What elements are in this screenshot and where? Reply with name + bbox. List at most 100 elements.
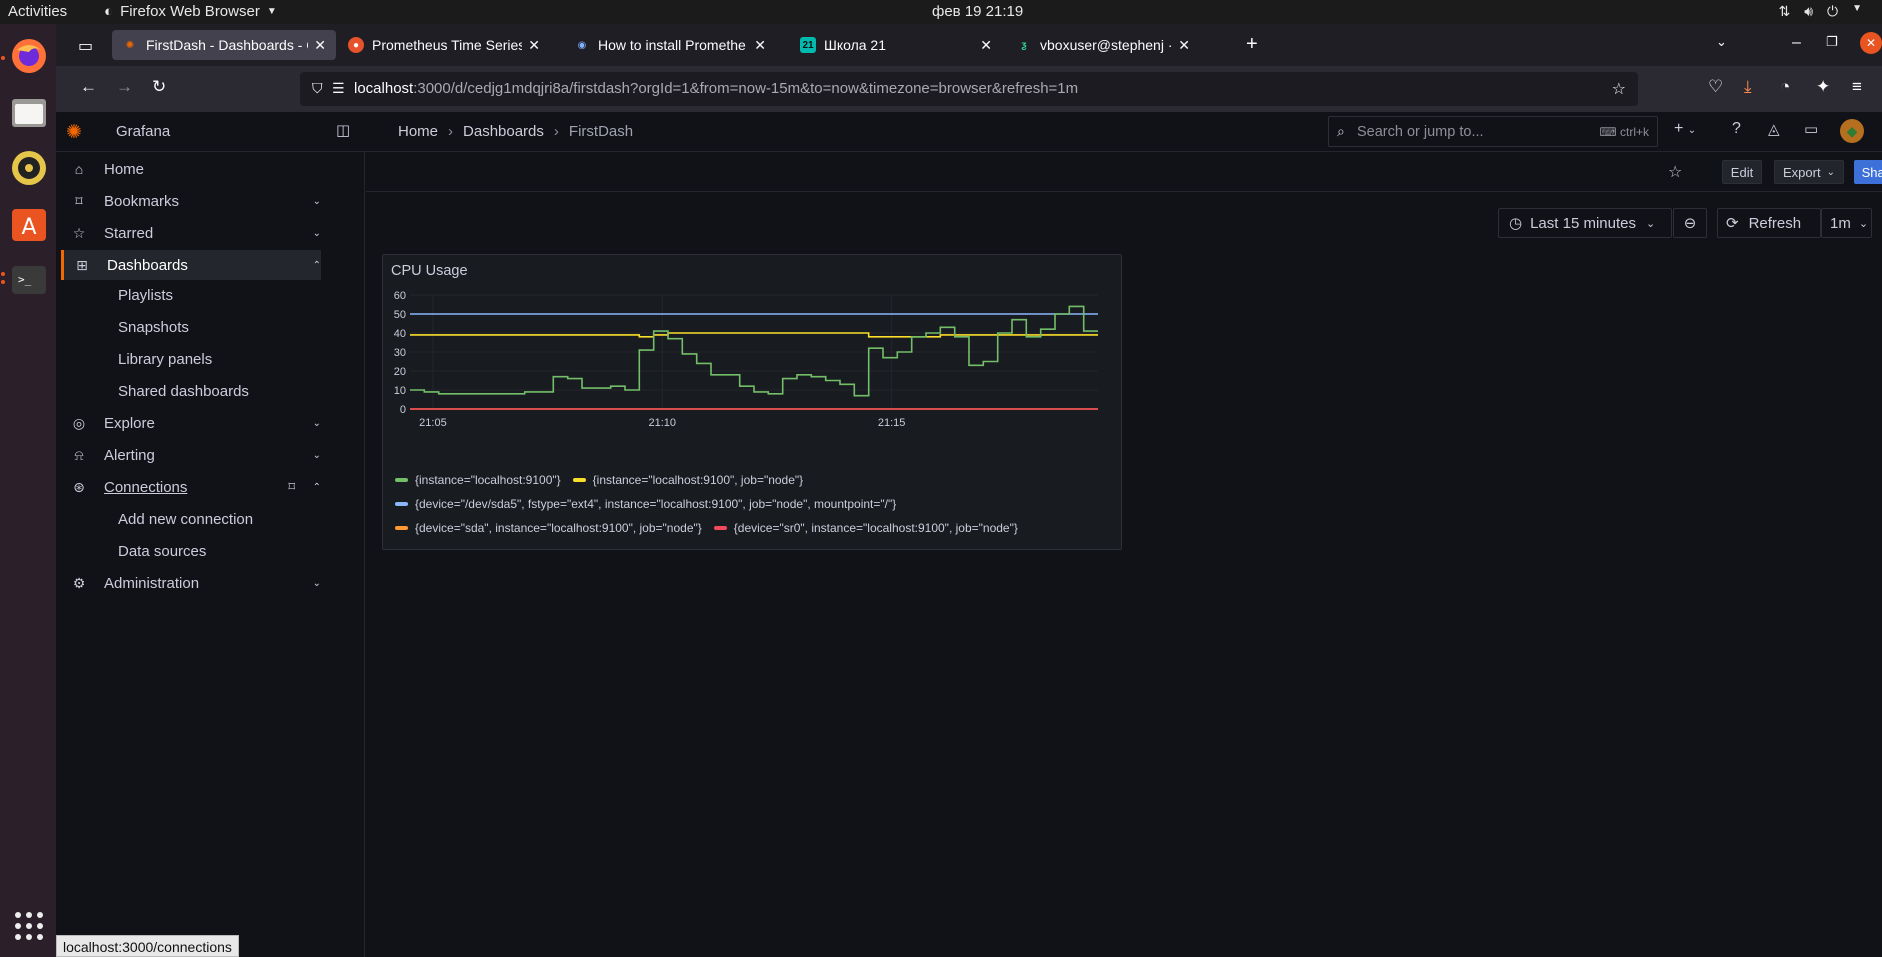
chevron-down-icon[interactable]: ⌄ — [313, 578, 321, 589]
chevron-down-icon[interactable]: ⌄ — [313, 196, 321, 207]
rhythmbox-dock-icon[interactable] — [7, 146, 51, 190]
sidebar-item-starred[interactable]: ☆ Starred ⌄ — [61, 218, 321, 248]
tab-prometheus[interactable]: ● Prometheus Time Series C ✕ — [338, 30, 550, 60]
news-icon[interactable]: ◬ — [1768, 120, 1780, 138]
app-center-dock-icon[interactable]: A — [7, 202, 51, 246]
tab-ssh[interactable]: ƺ vboxuser@stephenj · SSH ✕ — [1006, 30, 1200, 60]
cpu-usage-panel[interactable]: CPU Usage 0 10 20 30 40 50 60 21:05 21:10 21:15 {… — [382, 254, 1122, 550]
tab-how-to-install[interactable]: ◉ How to install Promethe ✕ — [564, 30, 776, 60]
sidebar-subitem-playlists[interactable]: Playlists — [118, 282, 173, 308]
export-button[interactable]: Export ⌄ — [1774, 160, 1844, 184]
sidebar-item-bookmarks[interactable]: ⌑ Bookmarks ⌄ — [61, 186, 321, 216]
legend-item[interactable]: {instance="localhost:9100"} — [395, 473, 561, 487]
minimize-icon[interactable]: – — [1792, 34, 1801, 52]
downloads-icon[interactable]: ⤓ — [1744, 77, 1752, 97]
series-line — [410, 305, 1098, 397]
close-icon[interactable]: ✕ — [1178, 37, 1190, 54]
kiosk-icon[interactable]: ▭ — [1804, 120, 1818, 138]
clock[interactable]: фев 19 21:19 — [932, 3, 1023, 20]
page-info-icon[interactable]: ☰ — [332, 80, 345, 97]
tab-list-icon[interactable]: ⌄ — [1716, 34, 1727, 50]
refresh-label: Refresh — [1748, 214, 1802, 232]
legend-item[interactable]: {device="sr0", instance="localhost:9100"… — [713, 521, 1018, 535]
tab-school21[interactable]: 21 Школа 21 ✕ — [790, 30, 1002, 60]
link-status-bar: localhost:3000/connections — [56, 935, 239, 957]
terminal-dock-icon[interactable]: >_ — [7, 258, 51, 302]
time-picker[interactable]: ◷ Last 15 minutes ⌄ — [1498, 208, 1672, 238]
add-new-icon[interactable]: + ⌄ — [1674, 120, 1696, 138]
close-icon[interactable]: ✕ — [980, 37, 992, 54]
chevron-up-icon[interactable]: ⌃ — [313, 482, 321, 493]
help-icon[interactable]: ? — [1732, 120, 1741, 138]
close-icon[interactable]: ✕ — [528, 37, 540, 54]
grafana-logo-icon[interactable]: ✺ — [66, 121, 82, 144]
shield-icon[interactable]: ⛉ — [312, 80, 323, 97]
url-path: :3000/d/cedjg1mdqjri8a/firstdash?orgId=1… — [413, 80, 1079, 97]
sidebar-item-home[interactable]: ⌂ Home — [61, 154, 321, 184]
legend-item[interactable]: {device="sda", instance="localhost:9100"… — [395, 521, 702, 535]
firefox-dock-icon[interactable] — [7, 34, 51, 78]
reload-icon[interactable]: ↻ — [152, 77, 166, 97]
search-box[interactable]: ⌕ Search or jump to... ⌨ ctrl+k — [1328, 116, 1658, 147]
bookmark-add-icon[interactable]: ⌑ — [288, 479, 295, 495]
legend-item[interactable]: {device="/dev/sda5", fstype="ext4", inst… — [395, 497, 896, 511]
sidebar-subitem-shared-dashboards[interactable]: Shared dashboards — [118, 378, 249, 404]
legend-item[interactable]: {instance="localhost:9100", job="node"} — [572, 473, 804, 487]
refresh-button[interactable]: ⟳ Refresh — [1717, 208, 1821, 238]
zoom-out-button[interactable]: ⊖ — [1673, 208, 1707, 238]
close-icon[interactable]: ✕ — [754, 37, 766, 54]
sidebar-subitem-library-panels[interactable]: Library panels — [118, 346, 212, 372]
share-button[interactable]: Share — [1854, 160, 1882, 184]
tab-title: Prometheus Time Series C — [372, 37, 523, 53]
app-menu[interactable]: ◐ Firefox Web Browser ▼ — [104, 3, 277, 20]
edit-button[interactable]: Edit — [1722, 160, 1762, 184]
sidebar-item-connections[interactable]: ⊛ Connections ⌑ ⌃ — [61, 472, 321, 502]
breadcrumb-home[interactable]: Home — [398, 123, 438, 140]
pocket-icon[interactable]: ♡ — [1708, 77, 1723, 97]
restore-icon[interactable]: ❐ — [1826, 34, 1838, 50]
files-dock-icon[interactable] — [7, 90, 51, 134]
tab-firstdash[interactable]: ✺ FirstDash - Dashboards - G ✕ — [112, 30, 336, 60]
sidebar-item-explore[interactable]: ◎ Explore ⌄ — [61, 408, 321, 438]
close-icon[interactable]: ✕ — [314, 37, 326, 54]
close-window-icon[interactable]: ✕ — [1860, 32, 1882, 54]
show-apps-icon[interactable] — [7, 904, 51, 948]
sidebar-item-dashboards[interactable]: ⊞ Dashboards ⌃ — [61, 250, 321, 280]
legend-label: {instance="localhost:9100"} — [415, 473, 561, 487]
extensions-icon[interactable]: ✦ — [1816, 77, 1830, 97]
sidebar-subitem-snapshots[interactable]: Snapshots — [118, 314, 189, 340]
menu-icon[interactable]: ≡ — [1852, 77, 1862, 97]
brand-name: Grafana — [116, 123, 171, 140]
sidebar-item-alerting[interactable]: ⍾ Alerting ⌄ — [61, 440, 321, 470]
sidebar-subitem-add-new-connection[interactable]: Add new connection — [118, 506, 253, 532]
sidebar-subitem-data-sources[interactable]: Data sources — [118, 538, 206, 564]
network-icon: ⇅ — [1778, 3, 1791, 19]
new-tab-icon[interactable]: + — [1246, 33, 1258, 56]
refresh-interval-picker[interactable]: 1m ⌄ — [1821, 208, 1872, 238]
activities-button[interactable]: Activities — [8, 3, 67, 20]
legend-swatch — [395, 502, 408, 506]
chevron-down-icon: ⌄ — [1826, 166, 1835, 178]
chevron-down-icon[interactable]: ⌄ — [313, 228, 321, 239]
user-avatar[interactable]: ◆ — [1840, 119, 1864, 143]
account-icon[interactable]: ◔ — [1780, 77, 1790, 97]
chevron-down-icon[interactable]: ⌄ — [313, 450, 321, 461]
star-dashboard-icon[interactable]: ☆ — [1668, 162, 1682, 182]
legend-label: {instance="localhost:9100", job="node"} — [592, 473, 804, 487]
url-text[interactable]: localhost:3000/d/cedjg1mdqjri8a/firstdas… — [354, 80, 1078, 97]
chevron-down-icon: ⌄ — [1646, 217, 1656, 230]
dock-menu-icon[interactable]: ◫ — [336, 121, 350, 139]
chevron-down-icon[interactable]: ⌄ — [313, 418, 321, 429]
system-tray[interactable]: ⇅ 🔊︎ ⏻ ▼ — [1778, 3, 1862, 20]
url-bar[interactable]: ⛉ ☰ localhost:3000/d/cedjg1mdqjri8a/firs… — [300, 72, 1638, 106]
forward-icon[interactable]: → — [116, 77, 133, 97]
sidebar-item-administration[interactable]: ⚙ Administration ⌄ — [61, 568, 321, 598]
bookmark-star-icon[interactable]: ☆ — [1612, 79, 1626, 99]
legend-row-2: {device="/dev/sda5", fstype="ext4", inst… — [395, 497, 908, 511]
breadcrumb-dashboards[interactable]: Dashboards — [463, 123, 544, 140]
grafana-app: ✺ Grafana ◫ Home › Dashboards › FirstDas… — [56, 112, 1882, 957]
back-icon[interactable]: ← — [80, 77, 97, 97]
chevron-up-icon[interactable]: ⌃ — [313, 260, 321, 271]
tab-overview-icon[interactable]: ▭ — [78, 36, 93, 56]
clock-icon: ◷ — [1509, 215, 1523, 232]
